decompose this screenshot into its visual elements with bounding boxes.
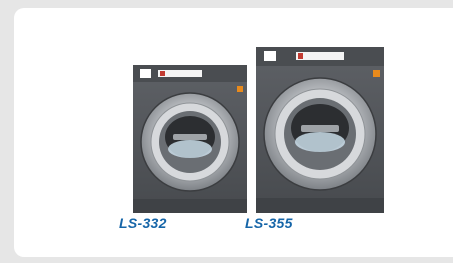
washer-ls-332-image[interactable] xyxy=(133,65,247,213)
product-label-ls-332[interactable]: LS-332 xyxy=(119,215,167,231)
washer-ls-355-image[interactable] xyxy=(256,47,384,213)
product-label-ls-355[interactable]: LS-355 xyxy=(245,215,293,231)
product-card xyxy=(14,8,453,257)
